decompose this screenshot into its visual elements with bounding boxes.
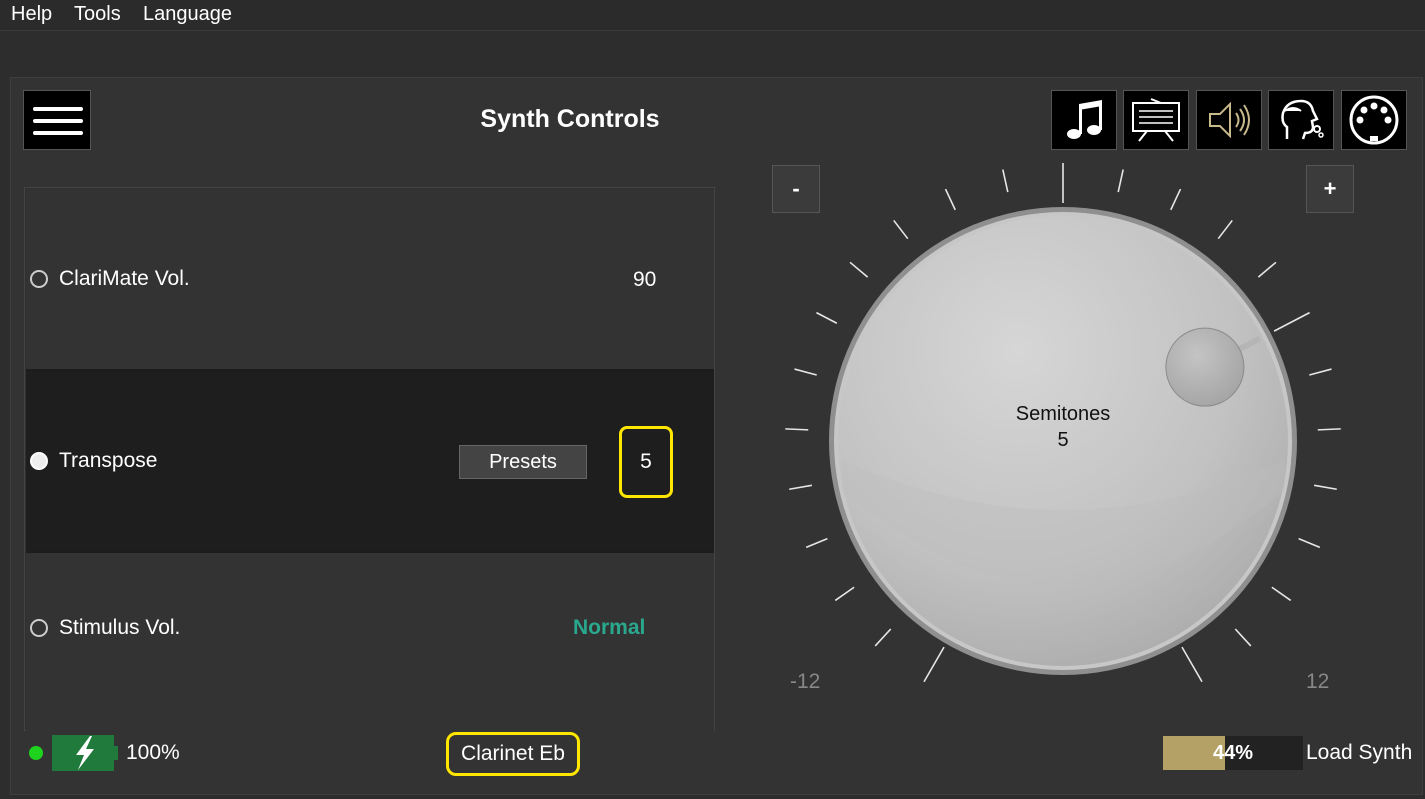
dial-tick <box>834 586 855 602</box>
music-note-icon <box>1067 100 1102 139</box>
dial-tick <box>944 188 956 211</box>
dial-value: 5 <box>1057 429 1069 451</box>
list-item-stimulus-vol[interactable]: Stimulus Vol. Normal <box>26 551 714 731</box>
progress-text: 44% <box>1212 742 1254 764</box>
breath-face-icon <box>1281 99 1324 140</box>
row-label: Stimulus Vol. <box>59 616 181 639</box>
hamburger-menu-button[interactable] <box>23 90 91 150</box>
dial-tick <box>1217 219 1233 240</box>
controls-list: ClariMate Vol. 90 Transpose Presets 5 St… <box>24 187 715 731</box>
dial-tick <box>1273 311 1310 332</box>
dial-tick <box>874 628 892 647</box>
status-indicator <box>29 746 43 760</box>
dial-tick <box>1317 428 1341 431</box>
dial-tick <box>893 219 909 240</box>
row-label: Transpose <box>59 449 158 472</box>
dial-label: Semitones <box>1015 403 1111 425</box>
menu-language[interactable]: Language <box>143 3 232 26</box>
dial-min-label: -12 <box>790 670 821 693</box>
battery-percentage: 100% <box>126 741 180 764</box>
dial-tick <box>1181 646 1203 683</box>
dial-tick <box>1234 628 1252 647</box>
hamburger-icon <box>33 107 83 111</box>
dial-tick <box>1309 368 1332 376</box>
dial-tick <box>923 646 945 683</box>
radio-clarimate-vol[interactable] <box>30 270 48 288</box>
dial-tick <box>789 484 813 491</box>
dial-tick <box>816 311 838 324</box>
list-item-transpose[interactable]: Transpose Presets 5 <box>26 371 714 551</box>
midi-button[interactable] <box>1341 90 1407 150</box>
dial-tick <box>1271 586 1292 602</box>
dial-tick <box>1170 188 1182 211</box>
row-value: 90 <box>633 268 657 291</box>
dial-tick <box>1117 169 1124 193</box>
hamburger-line <box>33 131 83 135</box>
instrument-selector[interactable]: Clarinet Eb <box>446 732 580 776</box>
load-synth-label[interactable]: Load Synth <box>1306 741 1412 765</box>
page-title: Synth Controls <box>480 105 660 133</box>
dial-tick <box>849 261 869 278</box>
radio-stimulus-vol[interactable] <box>30 619 48 637</box>
dial-tick <box>794 368 817 376</box>
dial-max-label: 12 <box>1306 670 1330 693</box>
speaker-button[interactable] <box>1196 90 1262 150</box>
list-item-clarimate-vol[interactable]: ClariMate Vol. 90 <box>26 189 714 371</box>
sheet-music-stand-icon <box>1132 98 1180 142</box>
speaker-icon <box>1209 101 1250 139</box>
sheet-music-button[interactable] <box>1123 90 1189 150</box>
breath-button[interactable] <box>1268 90 1334 150</box>
menu-bar: Help Tools Language <box>0 0 1425 31</box>
dial-tick <box>805 537 828 549</box>
dial-tick <box>1002 169 1009 193</box>
midi-connector-icon <box>1349 95 1399 145</box>
menu-help[interactable]: Help <box>11 3 52 26</box>
dial-indicator-knob[interactable] <box>1165 327 1245 407</box>
music-note-button[interactable] <box>1051 90 1117 150</box>
dial-tick <box>1313 484 1337 491</box>
load-progress-bar: 44% <box>1163 736 1303 770</box>
stimulus-value: Normal <box>573 616 646 639</box>
radio-transpose[interactable] <box>30 452 48 470</box>
transpose-value-box: 5 <box>619 426 673 498</box>
presets-button[interactable]: Presets <box>459 445 587 479</box>
menu-tools[interactable]: Tools <box>74 3 121 26</box>
hamburger-line <box>33 119 83 123</box>
battery-icon <box>52 735 118 771</box>
dial-tick <box>1298 537 1321 549</box>
dial-tick <box>1257 261 1277 278</box>
dial-tick <box>785 428 809 431</box>
row-label: ClariMate Vol. <box>59 267 190 290</box>
